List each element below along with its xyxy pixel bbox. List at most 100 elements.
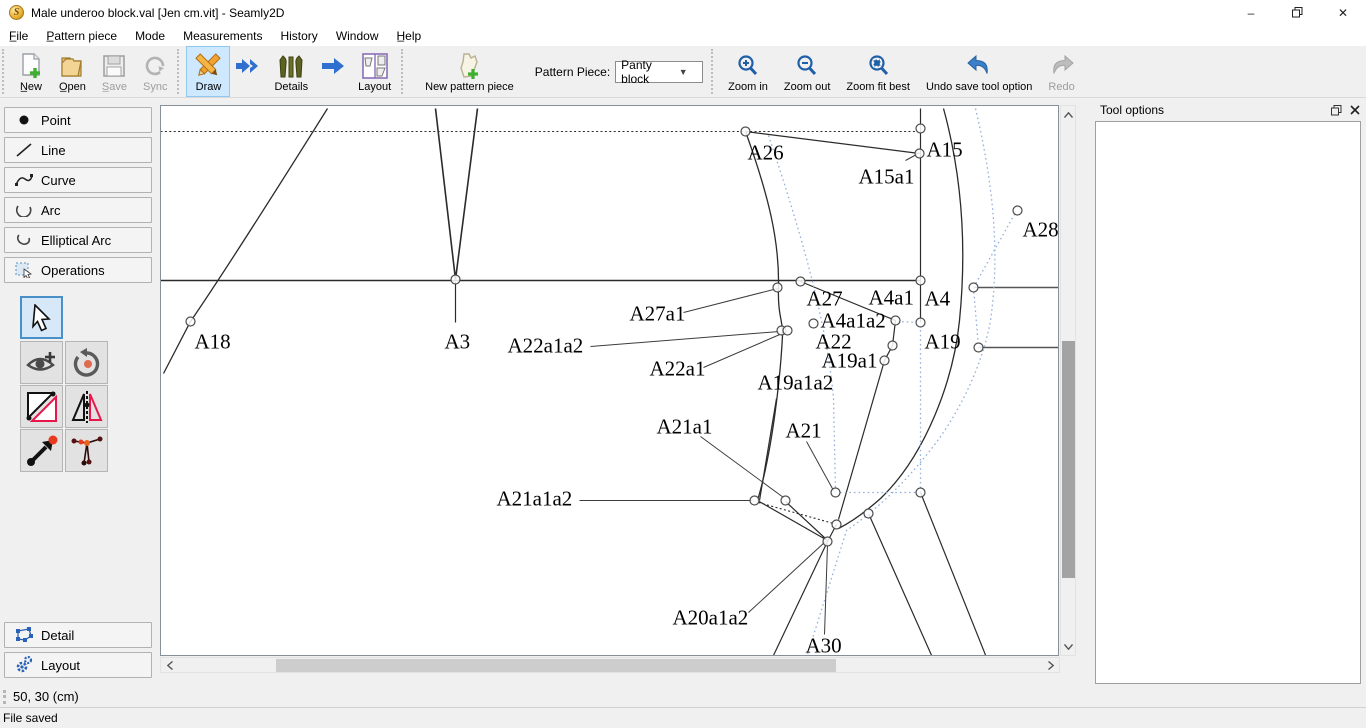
sync-button[interactable]: Sync [135,46,175,97]
scroll-right-arrow[interactable] [1044,659,1057,672]
pattern-point[interactable] [916,488,925,497]
scroll-left-arrow[interactable] [163,659,176,672]
pattern-point[interactable] [969,283,978,292]
point-label[interactable]: A30 [806,634,842,656]
toolbar-grip[interactable] [711,49,718,94]
point-label[interactable]: A21a1 [657,415,713,439]
new-pattern-piece-button[interactable]: New pattern piece [410,46,529,97]
add-to-group-tool-button[interactable] [20,341,63,384]
point-label[interactable]: A15a1 [859,165,915,189]
pattern-point[interactable] [880,356,889,365]
move-point-tool-button[interactable] [20,429,63,472]
point-label[interactable]: A19 [925,330,961,354]
pattern-point[interactable] [916,276,925,285]
pattern-point[interactable] [773,283,782,292]
point-label[interactable]: A4a1 [869,286,915,310]
point-label[interactable]: A26 [748,141,784,165]
zoom-in-icon [736,52,760,80]
pattern-point[interactable] [974,343,983,352]
point-label[interactable]: A21a1a2 [497,487,573,511]
pattern-point[interactable] [796,277,805,286]
pattern-point[interactable] [831,488,840,497]
pattern-point[interactable] [783,326,792,335]
pattern-point[interactable] [750,496,759,505]
toolbar-grip[interactable] [401,49,408,94]
pattern-point[interactable] [915,149,924,158]
toolbar-grip[interactable] [177,49,184,94]
pattern-point[interactable] [741,127,750,136]
point-label[interactable]: A18 [195,330,231,354]
redo-button[interactable]: Redo [1040,46,1082,97]
category-curve-button[interactable]: Curve [4,167,152,193]
category-point-button[interactable]: Point [4,107,152,133]
mirror-tool-button[interactable] [65,385,108,428]
point-label[interactable]: A19a1a2 [758,371,834,395]
undo-button[interactable]: Undo save tool option [918,46,1040,97]
pattern-point[interactable] [832,520,841,529]
new-button[interactable]: N̲ew [11,46,51,97]
horizontal-scroll-thumb[interactable] [276,659,836,672]
coordinate-bar-grip[interactable] [3,690,7,704]
category-elliptical-arc-button[interactable]: Elliptical Arc [4,227,152,253]
pattern-piece-combobox[interactable]: Panty block ▼ [615,61,703,83]
restore-button[interactable] [1274,0,1320,25]
vertical-scrollbar[interactable] [1060,105,1076,656]
details-mode-button[interactable]: Details [266,46,316,97]
horizontal-scrollbar[interactable] [160,657,1060,673]
pattern-point[interactable] [809,319,818,328]
menu-window[interactable]: Window [327,26,388,46]
detail-mode-button[interactable]: Detail [4,622,152,648]
menu-pattern-piece[interactable]: P̲attern piece [37,26,126,46]
pattern-point[interactable] [916,318,925,327]
vertical-scroll-thumb[interactable] [1062,341,1075,578]
menu-measurements[interactable]: Measurements [174,26,271,46]
point-label[interactable]: A22a1 [650,357,706,381]
toolbar-grip[interactable] [2,49,9,94]
category-arc-button[interactable]: Arc [4,197,152,223]
point-label[interactable]: A3 [445,330,471,354]
scroll-up-arrow[interactable] [1062,108,1075,121]
zoom-out-button[interactable]: Zoom out [776,46,838,97]
point-label[interactable]: A22a1a2 [508,334,584,358]
pattern-point[interactable] [1013,206,1022,215]
menu-history[interactable]: History [271,26,326,46]
point-label[interactable]: A21 [786,419,822,443]
dock-float-icon[interactable] [1331,105,1342,116]
move-tool-button[interactable] [20,385,63,428]
minimize-button[interactable]: – [1228,0,1274,25]
draw-mode-button[interactable]: Draw [186,46,230,97]
category-operations-button[interactable]: Operations [4,257,152,283]
pattern-point[interactable] [888,341,897,350]
point-label[interactable]: A20a1a2 [673,606,749,630]
pattern-point[interactable] [823,537,832,546]
dock-close-icon[interactable] [1350,105,1360,115]
point-label[interactable]: A27a1 [630,302,686,326]
point-label[interactable]: A4 [925,287,951,311]
true-darts-tool-button[interactable] [65,429,108,472]
point-label[interactable]: A15 [927,138,963,162]
drawing-canvas[interactable]: A26 A15 A15a1 A28 A18 A3 A27a1 A22a1a2 A22a1 A27 A… [160,105,1059,656]
scroll-down-arrow[interactable] [1062,640,1075,653]
layout-bottom-button[interactable]: Layout [4,652,152,678]
category-line-button[interactable]: Line [4,137,152,163]
pattern-point[interactable] [186,317,195,326]
pattern-point[interactable] [916,124,925,133]
zoom-fit-best-button[interactable]: Zoom fit best [838,46,918,97]
close-button[interactable]: ✕ [1320,0,1366,25]
pattern-point[interactable] [864,509,873,518]
rotate-tool-button[interactable] [65,341,108,384]
pattern-point[interactable] [451,275,460,284]
save-button[interactable]: S̲ave [94,46,135,97]
menu-file[interactable]: F̲ile [0,26,37,46]
point-label[interactable]: A19a1 [822,349,878,373]
pointer-tool-button[interactable] [20,296,63,339]
menu-help[interactable]: H̲elp [388,26,431,46]
pattern-point[interactable] [781,496,790,505]
layout-mode-button[interactable]: Layout [350,46,399,97]
point-label[interactable]: A27 [807,287,843,311]
zoom-in-button[interactable]: Zoom in [720,46,776,97]
point-label[interactable]: A28 [1023,218,1059,242]
open-button[interactable]: O̲pen [51,46,94,97]
pattern-point[interactable] [891,316,900,325]
menu-mode[interactable]: Mode [126,26,174,46]
